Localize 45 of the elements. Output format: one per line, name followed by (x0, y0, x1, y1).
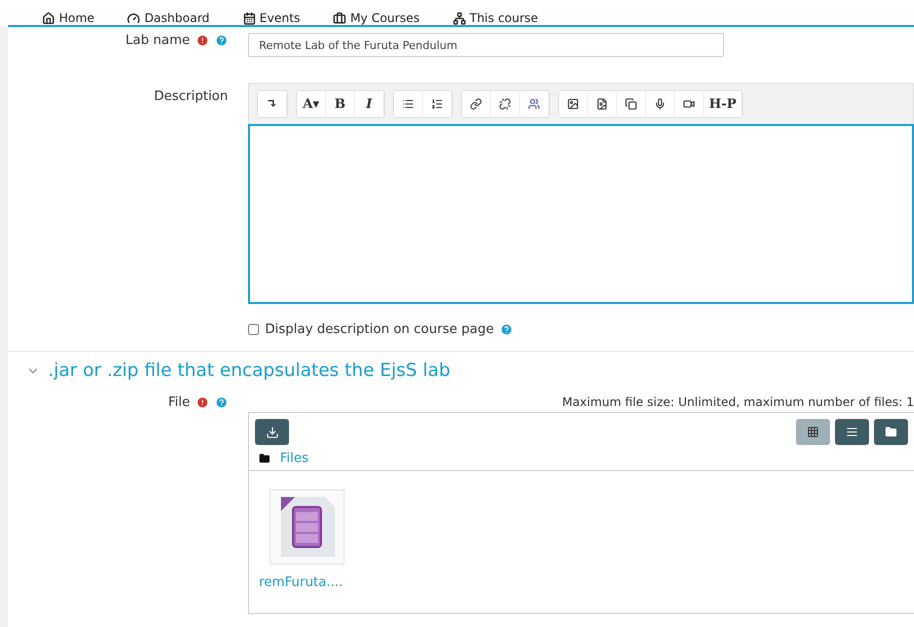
numbered-list-icon (431, 98, 443, 110)
archive-file-icon[interactable] (269, 489, 345, 565)
microphone-icon (654, 98, 666, 110)
field-label: File (168, 395, 190, 410)
download-icon (266, 426, 278, 438)
copy-icon (625, 98, 637, 110)
download-button[interactable] (255, 419, 289, 445)
nav-link[interactable]: Events (242, 11, 300, 25)
people-icon (528, 98, 540, 110)
grid-icon (807, 426, 819, 438)
view-button[interactable] (796, 419, 830, 445)
toolbar-button[interactable]: ↴ (258, 91, 287, 117)
nav-link[interactable]: Dashboard (127, 11, 210, 25)
video-camera-icon (683, 98, 695, 110)
nav-link[interactable]: This course (452, 11, 538, 25)
input-field[interactable]: Remote Lab of the Furuta Pendulum (248, 33, 724, 57)
help-icon[interactable] (215, 34, 228, 47)
checkbox[interactable] (248, 324, 259, 335)
gauge-icon (127, 12, 140, 24)
help-icon[interactable] (215, 396, 228, 409)
link-icon (470, 98, 482, 110)
toolbar-button[interactable] (394, 91, 423, 117)
toolbar-button[interactable] (462, 91, 491, 117)
file-limits: Maximum file size: Unlimited, maximum number of files: 1 (561, 395, 914, 409)
unlink-icon (499, 98, 511, 110)
toolbar-button[interactable]: A▾ (297, 91, 326, 117)
view-button[interactable] (835, 419, 869, 445)
nav-link[interactable]: Home (42, 11, 94, 25)
folder-icon (259, 453, 270, 464)
nav-link[interactable]: My Courses (333, 11, 420, 25)
help-icon[interactable] (500, 323, 513, 336)
toolbar-button[interactable] (559, 91, 588, 117)
field-label: Lab name (126, 33, 190, 48)
field-label: Description (154, 89, 228, 104)
home-icon (42, 12, 55, 24)
sitemap-icon (452, 12, 466, 24)
checkbox-label: Display description on course page (265, 322, 494, 337)
view-button[interactable] (874, 419, 908, 445)
editor-area[interactable] (248, 124, 914, 304)
image-icon (567, 98, 579, 110)
file-image-icon (596, 98, 608, 110)
list-icon (846, 426, 858, 438)
briefcase-icon (333, 12, 346, 24)
calendar-icon (242, 12, 256, 24)
folder-icon (885, 426, 897, 438)
